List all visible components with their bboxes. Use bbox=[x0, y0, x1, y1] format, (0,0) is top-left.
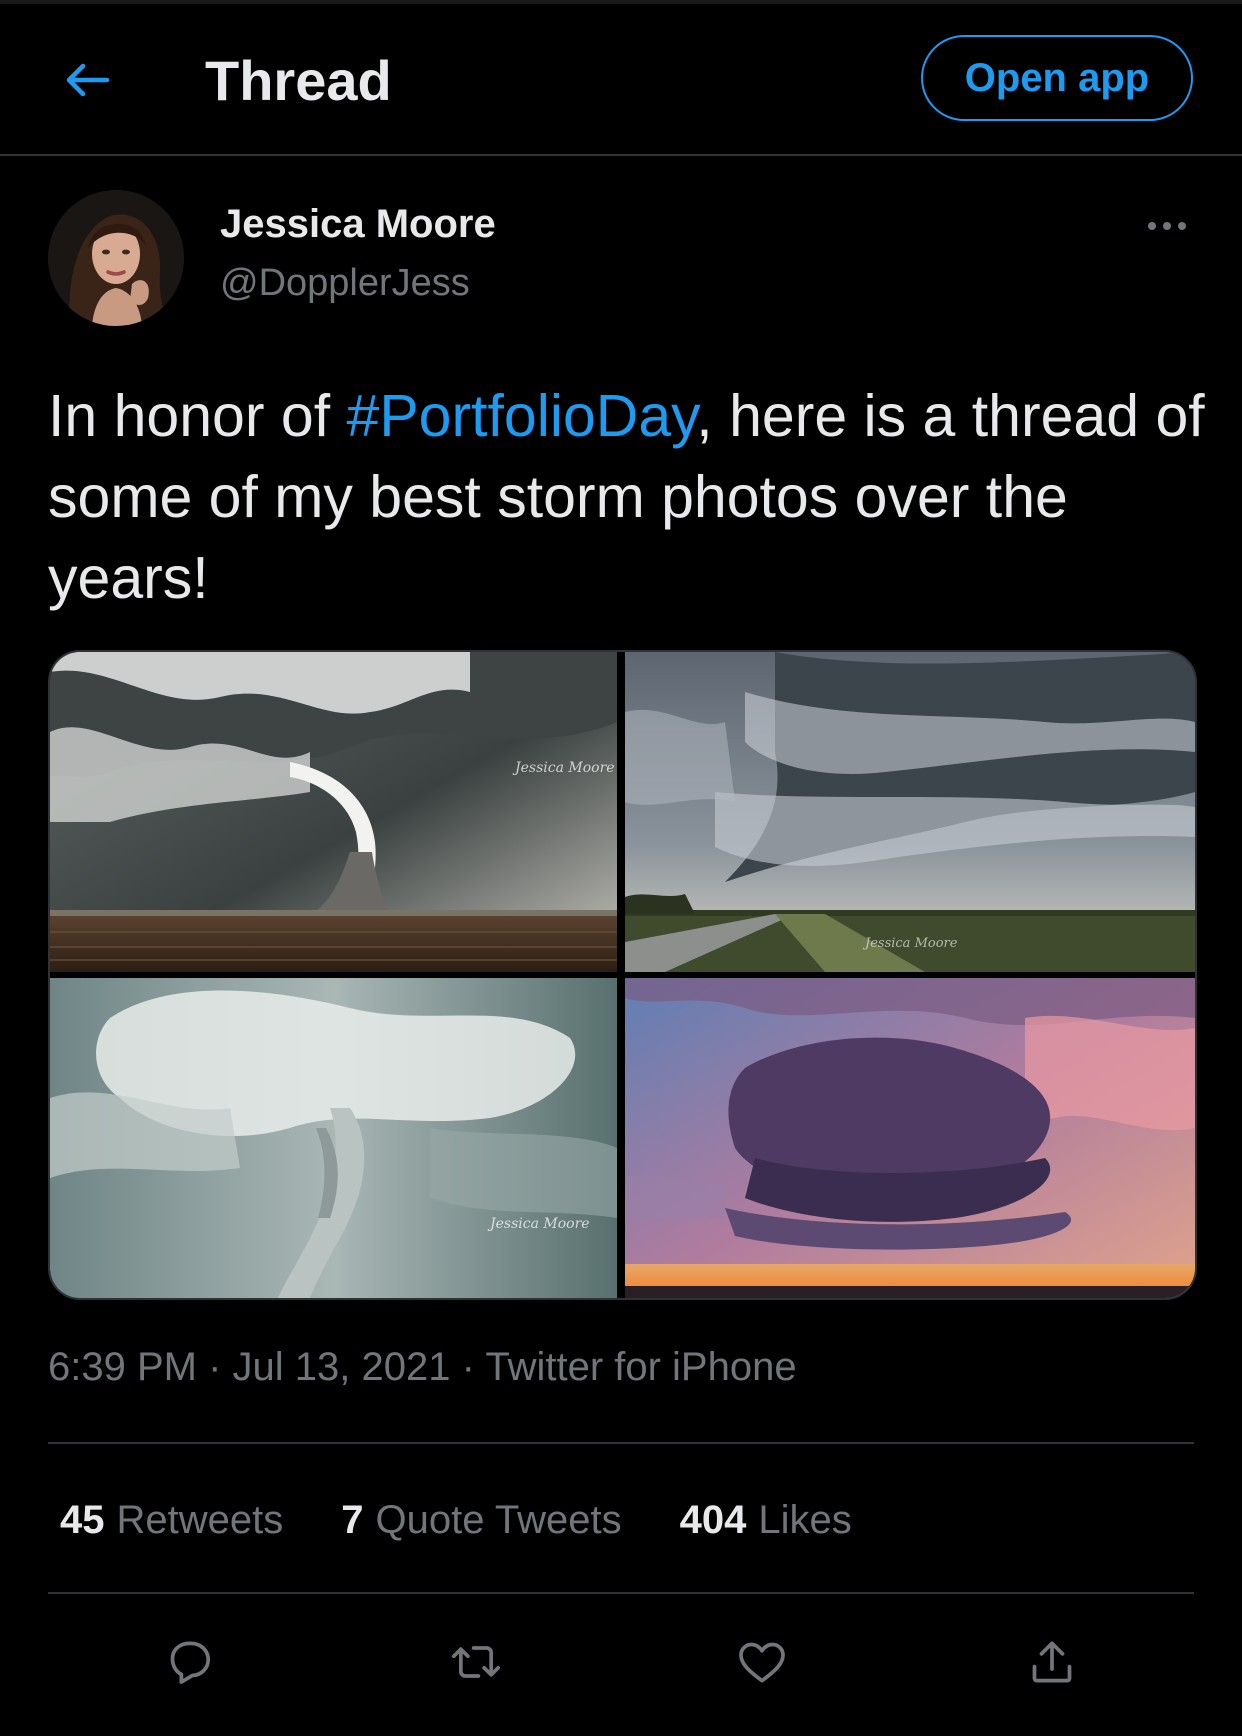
avatar[interactable] bbox=[48, 190, 184, 326]
svg-text:Jessica Moore: Jessica Moore bbox=[862, 936, 958, 951]
author-name[interactable]: Jessica Moore bbox=[220, 200, 496, 248]
reply-icon bbox=[170, 1641, 211, 1684]
photo-3[interactable]: Jessica Moore bbox=[50, 978, 617, 1298]
retweet-button[interactable] bbox=[444, 1630, 508, 1694]
likes-label: Likes bbox=[758, 1497, 852, 1542]
open-app-button[interactable]: Open app bbox=[921, 35, 1193, 121]
retweet-icon bbox=[451, 1646, 501, 1678]
tweet-source[interactable]: Twitter for iPhone bbox=[485, 1345, 796, 1389]
author-handle[interactable]: @DopplerJess bbox=[220, 260, 470, 306]
engagement-stats: 45 Retweets 7 Quote Tweets 404 Likes bbox=[60, 1492, 910, 1548]
top-bar: Thread Open app bbox=[0, 4, 1242, 156]
tweet-text: In honor of #PortfolioDay, here is a thr… bbox=[48, 376, 1208, 619]
retweets-label: Retweets bbox=[116, 1497, 284, 1542]
like-button[interactable] bbox=[730, 1630, 794, 1694]
svg-text:Jessica Moore: Jessica Moore bbox=[512, 760, 615, 776]
more-options-button[interactable] bbox=[1140, 210, 1194, 242]
retweets-stat[interactable]: 45 Retweets bbox=[60, 1498, 283, 1543]
tweet-text-before: In honor of bbox=[48, 383, 347, 449]
page-title: Thread bbox=[205, 49, 392, 112]
divider bbox=[48, 1592, 1194, 1594]
share-button[interactable] bbox=[1020, 1630, 1084, 1694]
photo-1[interactable]: Jessica Moore bbox=[50, 652, 617, 972]
retweets-count: 45 bbox=[60, 1497, 105, 1542]
tweet-timestamp[interactable]: 6:39 PM · Jul 13, 2021 · Twitter for iPh… bbox=[48, 1342, 797, 1392]
quote-tweets-stat[interactable]: 7 Quote Tweets bbox=[341, 1498, 621, 1543]
separator: · bbox=[461, 1345, 475, 1389]
quotes-label: Quote Tweets bbox=[375, 1497, 622, 1542]
share-icon bbox=[1032, 1641, 1072, 1683]
tweet-time: 6:39 PM bbox=[48, 1345, 197, 1389]
tweet-date: Jul 13, 2021 bbox=[232, 1345, 451, 1389]
photo-4[interactable] bbox=[625, 978, 1195, 1298]
likes-count: 404 bbox=[679, 1497, 747, 1542]
back-button[interactable] bbox=[58, 56, 116, 104]
photo-grid: Jessica Moore Jessica Moore Jessica Moor… bbox=[48, 650, 1197, 1300]
like-icon bbox=[739, 1642, 785, 1683]
separator: · bbox=[208, 1345, 222, 1389]
divider bbox=[48, 1442, 1194, 1444]
reply-button[interactable] bbox=[158, 1630, 222, 1694]
svg-text:Jessica Moore: Jessica Moore bbox=[487, 1216, 590, 1232]
likes-stat[interactable]: 404 Likes bbox=[680, 1498, 852, 1543]
hashtag-link[interactable]: #PortfolioDay bbox=[347, 383, 697, 449]
quotes-count: 7 bbox=[341, 1497, 364, 1542]
photo-2[interactable]: Jessica Moore bbox=[625, 652, 1195, 972]
more-horizontal-icon bbox=[1148, 222, 1186, 230]
arrow-left-icon bbox=[66, 63, 110, 97]
